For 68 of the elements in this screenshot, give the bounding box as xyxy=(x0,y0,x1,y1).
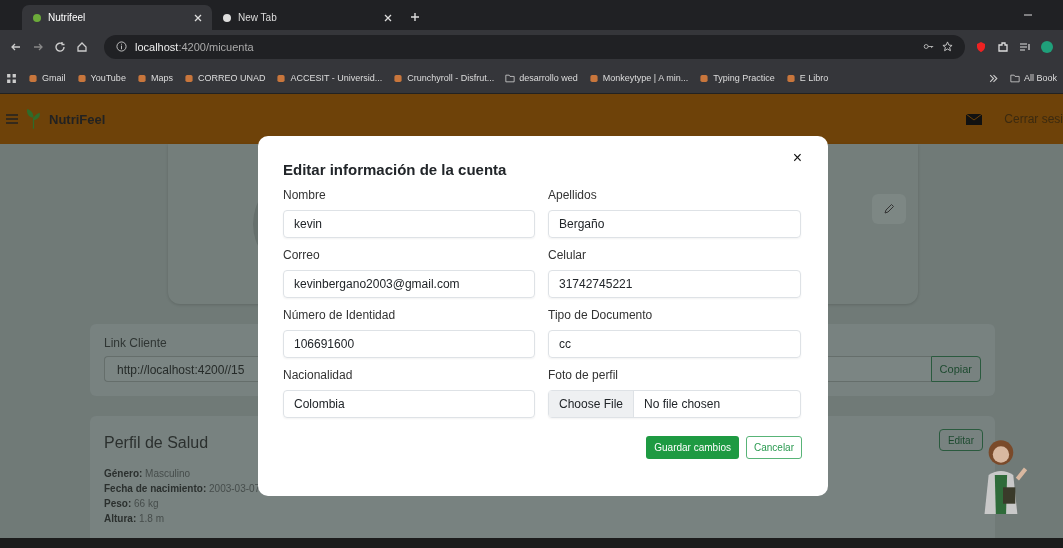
site-favicon-icon xyxy=(393,73,404,83)
chevron-double-icon[interactable] xyxy=(987,72,999,84)
new-tab-icon[interactable] xyxy=(410,12,420,22)
site-favicon-icon xyxy=(183,73,194,83)
close-button[interactable]: × xyxy=(792,152,802,164)
site-favicon-icon xyxy=(136,73,147,83)
bookmark-link[interactable]: Typing Practice xyxy=(699,73,775,83)
field-label: Celular xyxy=(548,248,587,262)
all-bookmarks-link[interactable]: All Book xyxy=(1009,73,1057,83)
field-label: Apellidos xyxy=(548,188,598,202)
folder-icon xyxy=(1009,73,1020,83)
field-label: Nombre xyxy=(283,188,327,202)
file-input-field[interactable]: Choose File No file chosen xyxy=(548,390,801,418)
browser-tab[interactable]: Nutrifeel xyxy=(22,5,212,30)
bookmark-link[interactable]: Crunchyroll - Disfrut... xyxy=(393,73,495,83)
bookmark-link[interactable]: E Libro xyxy=(785,73,829,83)
field-label: Foto de perfil xyxy=(548,368,620,382)
site-favicon-icon xyxy=(588,73,599,83)
field-label: Tipo de Documento xyxy=(548,308,654,322)
bookmark-link[interactable]: ACCESIT - Universid... xyxy=(276,73,383,83)
input-field[interactable]: kevinbergano2003@gmail.com xyxy=(283,270,535,298)
input-field[interactable]: 31742745221 xyxy=(548,270,801,298)
reload-icon[interactable] xyxy=(54,40,66,53)
input-field[interactable]: Bergaño xyxy=(548,210,801,238)
address-text: localhost:4200/micuenta xyxy=(135,40,254,53)
input-field[interactable]: 106691600 xyxy=(283,330,535,358)
site-favicon-icon xyxy=(699,73,710,83)
link-label: Link Cliente xyxy=(104,336,167,351)
close-icon[interactable] xyxy=(384,13,392,22)
shield-icon[interactable] xyxy=(975,40,987,53)
site-favicon-icon xyxy=(28,73,38,83)
folder-icon xyxy=(505,73,516,83)
dialog-title: Editar información de la cuenta xyxy=(283,161,507,178)
file-status-text: No file chosen xyxy=(643,396,722,413)
site-favicon-icon xyxy=(76,73,87,83)
address-bar[interactable]: localhost:4200/micuenta xyxy=(104,34,965,59)
field-label: Correo xyxy=(283,248,321,262)
input-field[interactable]: cc xyxy=(548,330,801,358)
bookmark-link[interactable]: Gmail xyxy=(28,73,66,83)
browser-tab[interactable]: New Tab xyxy=(212,5,402,30)
star-icon[interactable] xyxy=(942,41,953,52)
bookmark-link[interactable]: desarrollo wed xyxy=(505,73,578,83)
input-field[interactable]: Colombia xyxy=(283,390,535,418)
site-favicon-icon xyxy=(785,73,796,83)
field-label: Número de Identidad xyxy=(283,308,397,322)
cancel-button[interactable]: Cancelar xyxy=(745,436,802,459)
plant-logo-icon xyxy=(26,108,41,130)
tab-title: Nutrifeel xyxy=(48,12,87,23)
pencil-icon xyxy=(883,203,895,215)
apps-grid-icon[interactable] xyxy=(6,72,17,84)
profile-avatar-icon[interactable] xyxy=(1041,40,1053,53)
health-title: Perfil de Salud xyxy=(104,434,209,452)
choose-file-button[interactable]: Choose File xyxy=(549,391,635,417)
bookmark-link[interactable]: YouTube xyxy=(76,73,126,83)
info-icon xyxy=(116,41,127,52)
media-icon[interactable] xyxy=(1019,40,1031,53)
bookmark-link[interactable]: Monkeytype | A min... xyxy=(588,73,689,83)
bookmark-link[interactable]: Maps xyxy=(136,73,173,83)
bookmark-link[interactable]: CORREO UNAD xyxy=(183,73,266,83)
save-button[interactable]: Guardar cambios xyxy=(646,436,739,459)
close-icon[interactable] xyxy=(194,13,202,22)
input-field[interactable]: kevin xyxy=(283,210,535,238)
key-icon[interactable] xyxy=(923,41,934,52)
tab-title: New Tab xyxy=(238,12,278,23)
field-label: Nacionalidad xyxy=(283,368,354,382)
puzzle-icon[interactable] xyxy=(997,40,1009,53)
site-favicon-icon xyxy=(276,73,287,83)
home-icon[interactable] xyxy=(76,40,88,53)
